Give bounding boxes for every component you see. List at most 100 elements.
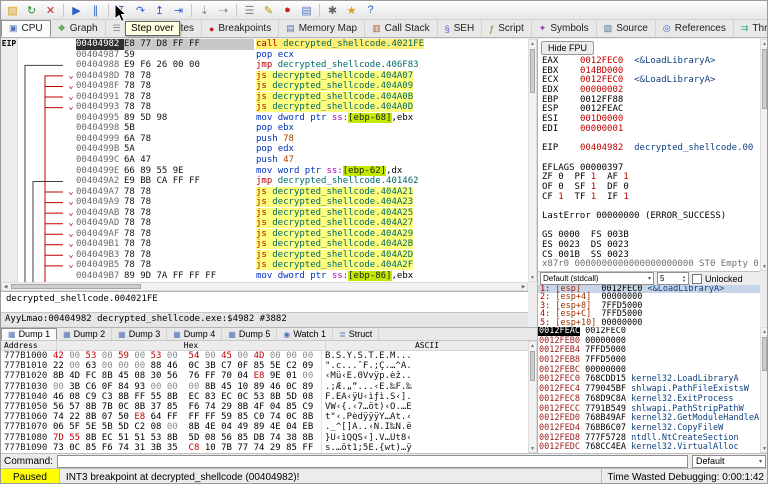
tab-call-stack[interactable]: ▥Call Stack — [365, 20, 438, 37]
argument-count-spinner[interactable]: 5 ▲▼ — [657, 272, 689, 285]
trace-over-icon[interactable]: ⇢ — [215, 2, 232, 18]
scroll-down-icon[interactable]: ▼ — [529, 445, 536, 452]
scroll-up-icon[interactable]: ▲ — [761, 40, 768, 47]
tab-memory-map[interactable]: ▤Memory Map — [279, 20, 365, 37]
lock-checkbox[interactable] — [692, 274, 702, 284]
dump-rows[interactable]: 777B100042 00 53 00 59 00 53 00 54 00 45… — [1, 351, 528, 453]
dump-row[interactable]: 777B10807D 55 8B EC 51 51 53 8B 5D 08 56… — [1, 433, 528, 443]
open-file-icon[interactable]: ▨ — [4, 2, 21, 18]
log-icon[interactable]: ☰ — [241, 2, 258, 18]
tab-seh[interactable]: §SEH — [438, 20, 483, 37]
scroll-right-icon[interactable]: ▶ — [520, 283, 527, 290]
stack-row[interactable]: 0012FEDC 768CC4EA kernel32.VirtualAlloc — [538, 443, 760, 453]
register-row[interactable]: x87r0 0000000000000000000000 ST0 Empty 0… — [538, 260, 760, 270]
disasm-row[interactable]: 0040499C6A 47push 47 — [1, 155, 528, 166]
disasm-horizontal-scrollbar[interactable]: ◀ ▶ — [1, 282, 528, 291]
tab-dump-2[interactable]: ▦Dump 2 — [57, 328, 112, 340]
scrollbar-thumb[interactable] — [762, 49, 767, 109]
spinner-arrows-icon[interactable]: ▲▼ — [682, 275, 686, 283]
register-row[interactable]: EIP 00404982 decrypted_shellcode.00 — [538, 144, 760, 154]
register-row[interactable]: CF 1 TF 1 IF 1 — [538, 193, 760, 203]
disasm-row[interactable]: 004049A2E9 BB CA FF FFjmp decrypted_shel… — [1, 176, 528, 187]
argument-row[interactable]: 5: [esp+10] 00000000 — [538, 319, 760, 327]
tab-symbols[interactable]: ✦Symbols — [532, 20, 597, 37]
settings-icon[interactable]: ✱ — [324, 2, 341, 18]
dump-row[interactable]: 777B109073 0C 85 F6 74 31 3B 35 C8 10 7B… — [1, 443, 528, 453]
breakpoints-icon[interactable]: ● — [279, 2, 296, 18]
disasm-row[interactable]: 0040499589 5D 98mov dword ptr ss:[ebp-68… — [1, 113, 528, 124]
disasm-row[interactable]: ⌄0040499378 78js decrypted_shellcode.404… — [1, 102, 528, 113]
disasm-row[interactable]: ⌄004049A978 78js decrypted_shellcode.404… — [1, 197, 528, 208]
disasm-row[interactable]: ⌄004049AB78 78js decrypted_shellcode.404… — [1, 208, 528, 219]
tab-dump-4[interactable]: ▦Dump 4 — [167, 328, 222, 340]
disasm-row[interactable]: EIP00404982E8 77 D8 FF FFcall decrypted_… — [1, 39, 528, 50]
disasm-row[interactable]: 00404988E9 F6 26 00 00jmp decrypted_shel… — [1, 60, 528, 71]
dump-row[interactable]: 777B100042 00 53 00 59 00 53 00 54 00 45… — [1, 351, 528, 361]
dump-row[interactable]: 777B107006 5F 5E 5B 5D C2 08 00 8B 4E 04… — [1, 422, 528, 432]
notes-icon[interactable]: ✎ — [260, 2, 277, 18]
tab-breakpoints[interactable]: ●Breakpoints — [202, 20, 279, 37]
trace-into-icon[interactable]: ⇣ — [196, 2, 213, 18]
run-to-user-code-icon[interactable]: ⇥ — [170, 2, 187, 18]
close-icon[interactable]: ✕ — [42, 2, 59, 18]
disasm-row[interactable]: 0040499E66 89 55 9Emov word ptr ss:[ebp-… — [1, 166, 528, 177]
disasm-row[interactable]: ⌄004049B378 78js decrypted_shellcode.404… — [1, 250, 528, 261]
stack-pane[interactable]: 0012FEAC 0012FEC00012FEB0 000000000012FE… — [538, 327, 760, 453]
scroll-down-icon[interactable]: ▼ — [761, 445, 768, 452]
disasm-row[interactable]: 004049996A 78push 78 — [1, 134, 528, 145]
scrollbar-thumb[interactable] — [530, 351, 535, 381]
disasm-row[interactable]: ⌄004049AF78 78js decrypted_shellcode.404… — [1, 229, 528, 240]
scroll-up-icon[interactable]: ▲ — [529, 40, 536, 47]
memory-map-icon[interactable]: ▤ — [298, 2, 315, 18]
tab-graph[interactable]: ❖Graph — [51, 20, 106, 37]
tab-dump-5[interactable]: ▦Dump 5 — [222, 328, 277, 340]
disasm-row[interactable]: ⌄004049B178 78js decrypted_shellcode.404… — [1, 239, 528, 250]
tab-threads[interactable]: ⇉Threads — [734, 20, 768, 37]
tab-watch-1[interactable]: ◉Watch 1 — [277, 328, 333, 340]
dump-row[interactable]: 777B106074 22 8B 07 50 E8 64 FF FF FF 59… — [1, 412, 528, 422]
scrollbar-thumb[interactable] — [530, 49, 535, 93]
disasm-row[interactable]: 004049985Bpop ebx — [1, 123, 528, 134]
disasm-row[interactable]: 0040499B5Apop edx — [1, 144, 528, 155]
disasm-row[interactable]: ⌄0040498F78 78js decrypted_shellcode.404… — [1, 81, 528, 92]
step-out-icon[interactable]: ↥ — [151, 2, 168, 18]
disasm-row[interactable]: ⌄0040498D78 78js decrypted_shellcode.404… — [1, 71, 528, 82]
scrollbar-thumb[interactable] — [11, 284, 141, 289]
disasm-row[interactable]: ⌄004049AD78 78js decrypted_shellcode.404… — [1, 218, 528, 229]
tab-dump-1[interactable]: ▦Dump 1 — [1, 328, 57, 340]
stack-vertical-scrollbar[interactable]: ▲ ▼ — [760, 327, 768, 453]
disasm-row[interactable]: ⌄0040499178 78js decrypted_shellcode.404… — [1, 92, 528, 103]
disasm-row[interactable]: 0040498759pop ecx — [1, 50, 528, 61]
arguments-pane[interactable]: 1: [esp] 0012FEC0 <&LoadLibraryA>2: [esp… — [538, 285, 760, 327]
disasm-row[interactable]: 004049B789 9D 7A FF FF FFmov dword ptr s… — [1, 271, 528, 282]
registers-vertical-scrollbar[interactable]: ▲ ▼ — [760, 39, 768, 271]
scroll-up-icon[interactable]: ▲ — [529, 342, 536, 349]
tab-source[interactable]: ▧Source — [597, 20, 656, 37]
disassembly-pane[interactable]: EIP00404982E8 77 D8 FF FFcall decrypted_… — [1, 39, 528, 282]
registers-pane[interactable]: Hide FPU EAX 0012FEC0 <&LoadLibraryA>EBX… — [538, 39, 760, 271]
pause-icon[interactable]: ∥ — [87, 2, 104, 18]
tab-cpu[interactable]: ▣CPU — [1, 20, 51, 37]
disasm-row[interactable]: ⌄004049B578 78js decrypted_shellcode.404… — [1, 260, 528, 271]
tab-references[interactable]: ◎References — [656, 20, 734, 37]
dump-row[interactable]: 777B104046 08 C9 C3 8B FF 55 8B EC 83 EC… — [1, 392, 528, 402]
dump-row[interactable]: 777B10208B 4D FC 8B 45 08 30 56 76 FF 70… — [1, 371, 528, 381]
dump-row[interactable]: 777B105056 57 8B 7B 0C 8B 37 85 F6 74 29… — [1, 402, 528, 412]
restart-icon[interactable]: ↻ — [23, 2, 40, 18]
dump-vertical-scrollbar[interactable]: ▲ ▼ — [528, 341, 537, 453]
calling-convention-dropdown[interactable]: Default (stdcall) ▾ — [540, 272, 654, 285]
run-icon[interactable]: ▶ — [68, 2, 85, 18]
hide-fpu-button[interactable]: Hide FPU — [541, 41, 594, 55]
favourites-icon[interactable]: ★ — [343, 2, 360, 18]
scroll-down-icon[interactable]: ▼ — [761, 263, 768, 270]
scroll-up-icon[interactable]: ▲ — [761, 328, 768, 335]
register-row[interactable]: LastError 00000000 (ERROR_SUCCESS) — [538, 212, 760, 222]
disasm-vertical-scrollbar[interactable]: ▲ ▼ — [528, 39, 537, 282]
register-row[interactable]: EDI 00000001 — [538, 125, 760, 135]
tab-script[interactable]: ƒScript — [482, 20, 532, 37]
scrollbar-thumb[interactable] — [762, 337, 767, 371]
dump-row[interactable]: 777B101022 00 63 00 00 00 88 46 0C 3B C7… — [1, 361, 528, 371]
tab-dump-3[interactable]: ▦Dump 3 — [112, 328, 167, 340]
tab-struct[interactable]: ≣Struct — [333, 328, 379, 340]
command-input[interactable] — [57, 455, 688, 468]
